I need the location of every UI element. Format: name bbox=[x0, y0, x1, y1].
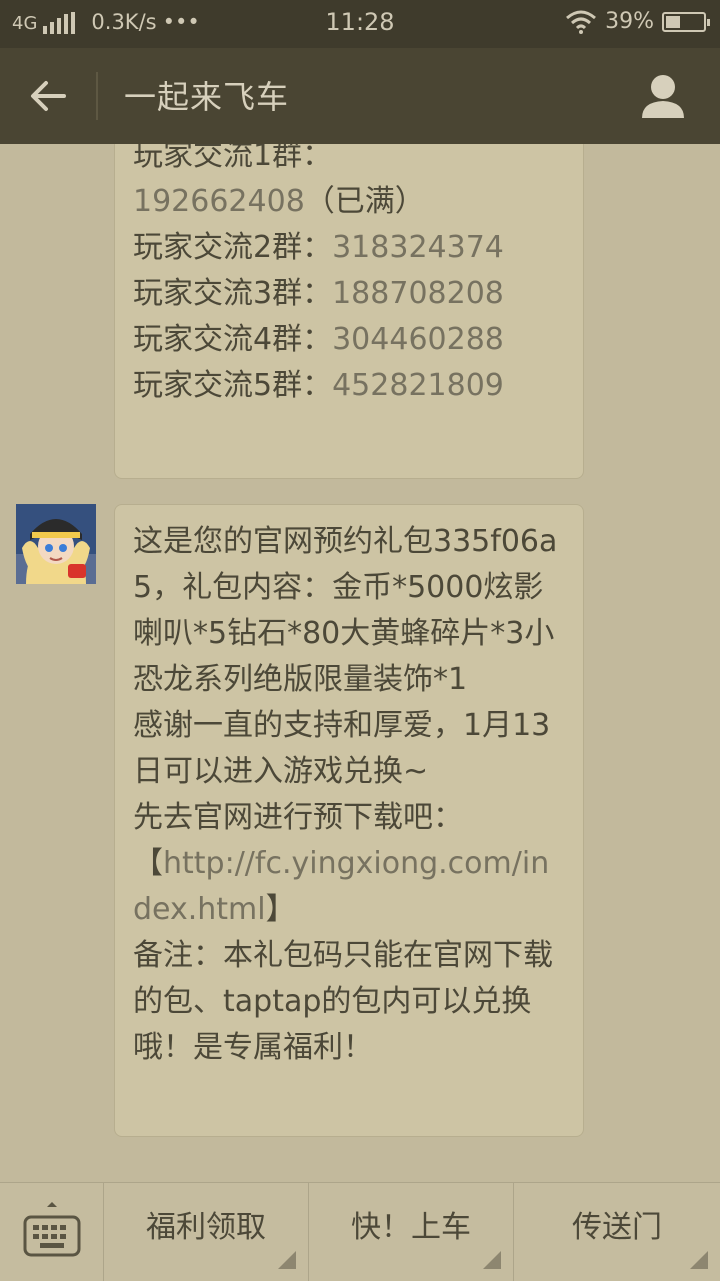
wifi-icon bbox=[566, 10, 597, 34]
submenu-corner-icon bbox=[690, 1251, 708, 1269]
message-bubble-gift[interactable]: 这是您的官网预约礼包335f06a5，礼包内容：金币*5000炫影喇叭*5钻石*… bbox=[114, 504, 584, 1137]
status-right: 39% bbox=[565, 9, 710, 34]
group-label: 玩家交流2群： bbox=[133, 230, 333, 265]
title-bar: 一起来飞车 bbox=[0, 48, 720, 144]
group-number[interactable]: 192662408 bbox=[133, 184, 305, 219]
group-number[interactable]: 318324374 bbox=[332, 230, 504, 265]
group-label: 玩家交流4群： bbox=[133, 322, 333, 357]
submenu-corner-icon bbox=[278, 1251, 296, 1269]
battery-fill bbox=[666, 15, 681, 28]
note-text: 备注：本礼包码只能在官网下载的包、taptap的包内可以兑换哦！是专属福利！ bbox=[133, 938, 553, 1065]
back-arrow-icon[interactable] bbox=[28, 78, 68, 114]
menu-label: 快！上车 bbox=[351, 1210, 471, 1245]
bottom-menu-bar: 福利领取 快！上车 传送门 bbox=[0, 1182, 720, 1281]
thanks-text: 感谢一直的支持和厚爱，1月13日可以进入游戏兑换~ bbox=[133, 708, 551, 789]
group-full-note: （已满） bbox=[304, 184, 425, 219]
group-line-5: 玩家交流5群：452821809 bbox=[133, 363, 565, 409]
chat-title: 一起来飞车 bbox=[124, 78, 290, 116]
group-label: 玩家交流5群： bbox=[133, 368, 333, 403]
game-character-avatar bbox=[16, 504, 96, 584]
group-line-3: 玩家交流3群：188708208 bbox=[133, 271, 565, 317]
group-line-1-number: 192662408（已满） bbox=[133, 179, 565, 225]
submenu-corner-icon bbox=[483, 1251, 501, 1269]
link-bracket-open: 【 bbox=[133, 846, 163, 881]
group-number[interactable]: 304460288 bbox=[332, 322, 504, 357]
group-line-2: 玩家交流2群：318324374 bbox=[133, 225, 565, 271]
battery-percent: 39% bbox=[605, 9, 654, 34]
link-bracket-close: 】 bbox=[265, 892, 296, 927]
sender-avatar[interactable] bbox=[16, 504, 96, 584]
group-line-1: 玩家交流1群： bbox=[133, 144, 565, 179]
keyboard-toggle-button[interactable] bbox=[0, 1183, 104, 1281]
title-divider bbox=[96, 72, 98, 120]
menu-board-button[interactable]: 快！上车 bbox=[309, 1183, 514, 1281]
chat-area[interactable]: 玩家交流1群： 192662408（已满） 玩家交流2群：318324374 玩… bbox=[0, 144, 720, 1182]
person-icon[interactable] bbox=[640, 72, 686, 120]
menu-label: 传送门 bbox=[572, 1210, 662, 1245]
status-bar: 4G 0.3K/s ••• 11:28 39% bbox=[0, 0, 720, 48]
battery-icon bbox=[662, 11, 710, 32]
menu-label: 福利领取 bbox=[146, 1210, 266, 1245]
predownload-text: 先去官网进行预下载吧： bbox=[133, 800, 463, 835]
official-site-link[interactable]: http://fc.yingxiong.com/index.html bbox=[133, 846, 549, 927]
group-line-4: 玩家交流4群：304460288 bbox=[133, 317, 565, 363]
group-label: 玩家交流1群： bbox=[133, 144, 333, 173]
message-bubble-groups[interactable]: 玩家交流1群： 192662408（已满） 玩家交流2群：318324374 玩… bbox=[114, 144, 584, 479]
gift-message-text: 这是您的官网预约礼包335f06a5，礼包内容：金币*5000炫影喇叭*5钻石*… bbox=[133, 524, 558, 697]
menu-portal-button[interactable]: 传送门 bbox=[514, 1183, 720, 1281]
menu-welfare-button[interactable]: 福利领取 bbox=[104, 1183, 309, 1281]
group-label: 玩家交流3群： bbox=[133, 276, 333, 311]
keyboard-icon bbox=[23, 1202, 81, 1257]
group-number[interactable]: 452821809 bbox=[332, 368, 504, 403]
group-number[interactable]: 188708208 bbox=[332, 276, 504, 311]
